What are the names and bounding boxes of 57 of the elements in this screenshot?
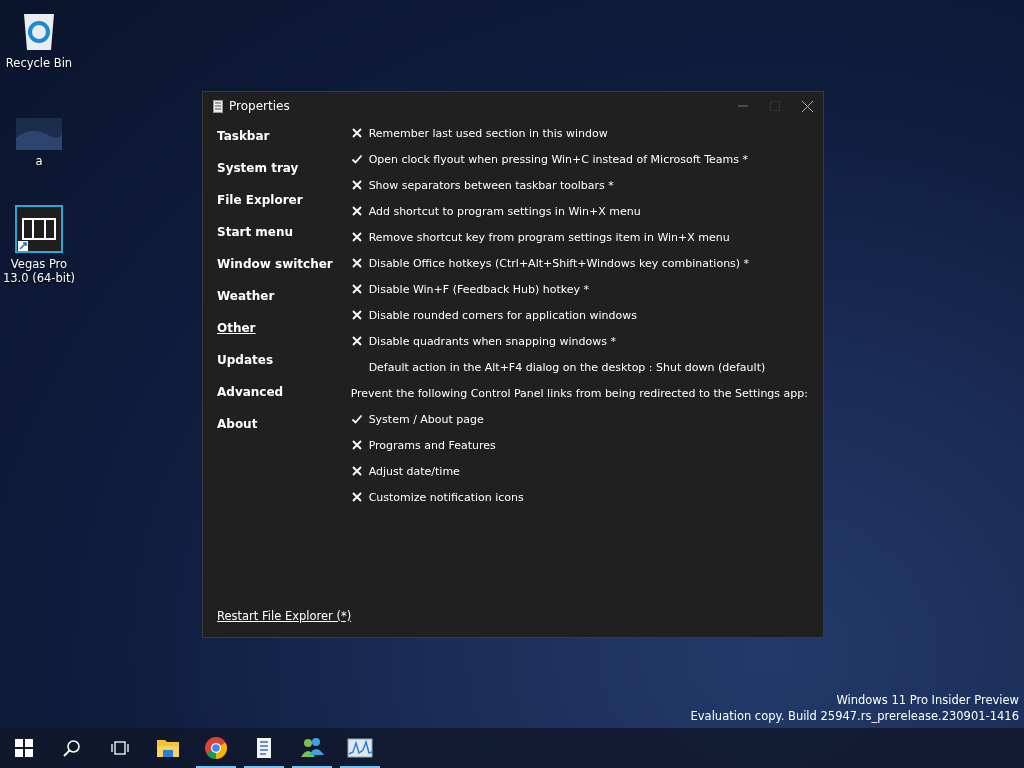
check-icon[interactable] (350, 413, 363, 425)
cross-icon[interactable] (350, 491, 363, 503)
cross-icon[interactable] (350, 257, 363, 269)
cross-icon[interactable] (350, 205, 363, 217)
option-label[interactable]: Customize notification icons (368, 490, 524, 504)
option-label[interactable]: Adjust date/time (368, 464, 460, 478)
section-heading: Prevent the following Control Panel links from being redirected to the Settings app: (350, 386, 808, 400)
search-icon[interactable] (63, 739, 81, 757)
browser-icon[interactable] (204, 736, 228, 760)
check-icon[interactable] (350, 153, 363, 165)
image-thumbnail-icon[interactable] (16, 118, 62, 150)
desktop-icon-label[interactable]: Vegas Pro 13.0 (64-bit) (2, 257, 76, 285)
sidebar-item[interactable]: Advanced (217, 376, 351, 408)
sidebar-item[interactable]: About (217, 408, 351, 440)
option-label[interactable]: Programs and Features (368, 438, 496, 452)
close-icon[interactable] (802, 100, 813, 112)
cross-icon[interactable] (350, 465, 363, 477)
sidebar-item[interactable]: Window switcher (217, 248, 351, 280)
desktop-icon-label[interactable]: a (35, 154, 43, 168)
task-view-icon[interactable] (111, 740, 129, 756)
watermark-text: Windows 11 Pro Insider Preview (836, 692, 1019, 708)
watermark-text: Evaluation copy. Build 25947.rs_prerelease.230901-1416 (690, 708, 1019, 724)
cross-icon[interactable] (350, 283, 363, 295)
app-icon (213, 99, 223, 113)
option-label[interactable]: System / About page (368, 412, 484, 426)
film-strip-icon[interactable] (15, 205, 63, 253)
option-label[interactable]: Show separators between taskbar toolbars * (368, 178, 614, 192)
sidebar-item[interactable]: Start menu (217, 216, 351, 248)
start-icon[interactable] (15, 739, 33, 757)
option-label[interactable]: Disable Office hotkeys (Ctrl+Alt+Shift+Windows key combinations) * (368, 256, 750, 270)
sidebar-item[interactable]: Other (217, 312, 351, 344)
sidebar-item[interactable]: Updates (217, 344, 351, 376)
option-label[interactable]: Default action in the Alt+F4 dialog on the desktop : Shut down (default) (368, 360, 766, 374)
performance-monitor-icon[interactable] (347, 738, 373, 758)
sidebar-item[interactable]: System tray (217, 152, 351, 184)
option-label[interactable]: Disable rounded corners for application windows (368, 308, 637, 322)
window-title: Properties (229, 99, 290, 113)
sidebar-item[interactable]: File Explorer (217, 184, 351, 216)
document-icon[interactable] (255, 737, 273, 759)
cross-icon[interactable] (350, 231, 363, 243)
cross-icon[interactable] (350, 439, 363, 451)
folder-icon[interactable] (156, 737, 180, 759)
people-icon[interactable] (299, 737, 325, 759)
cross-icon[interactable] (350, 179, 363, 191)
restart-link[interactable]: Restart File Explorer (*) (217, 609, 352, 623)
cross-icon[interactable] (350, 127, 363, 139)
desktop-icon-label[interactable]: Recycle Bin (5, 56, 73, 70)
sidebar-item[interactable]: Weather (217, 280, 351, 312)
option-label[interactable]: Remove shortcut key from program settings item in Win+X menu (368, 230, 730, 244)
cross-icon[interactable] (350, 309, 363, 321)
option-label[interactable]: Disable Win+F (Feedback Hub) hotkey * (368, 282, 590, 296)
sidebar-item[interactable]: Taskbar (217, 120, 351, 152)
option-label[interactable]: Add shortcut to program settings in Win+X menu (368, 204, 641, 218)
cross-icon[interactable] (350, 335, 363, 347)
option-label[interactable]: Disable quadrants when snapping windows * (368, 334, 616, 348)
option-label[interactable]: Open clock flyout when pressing Win+C instead of Microsoft Teams * (368, 152, 748, 166)
option-label[interactable]: Remember last used section in this window (368, 126, 608, 140)
